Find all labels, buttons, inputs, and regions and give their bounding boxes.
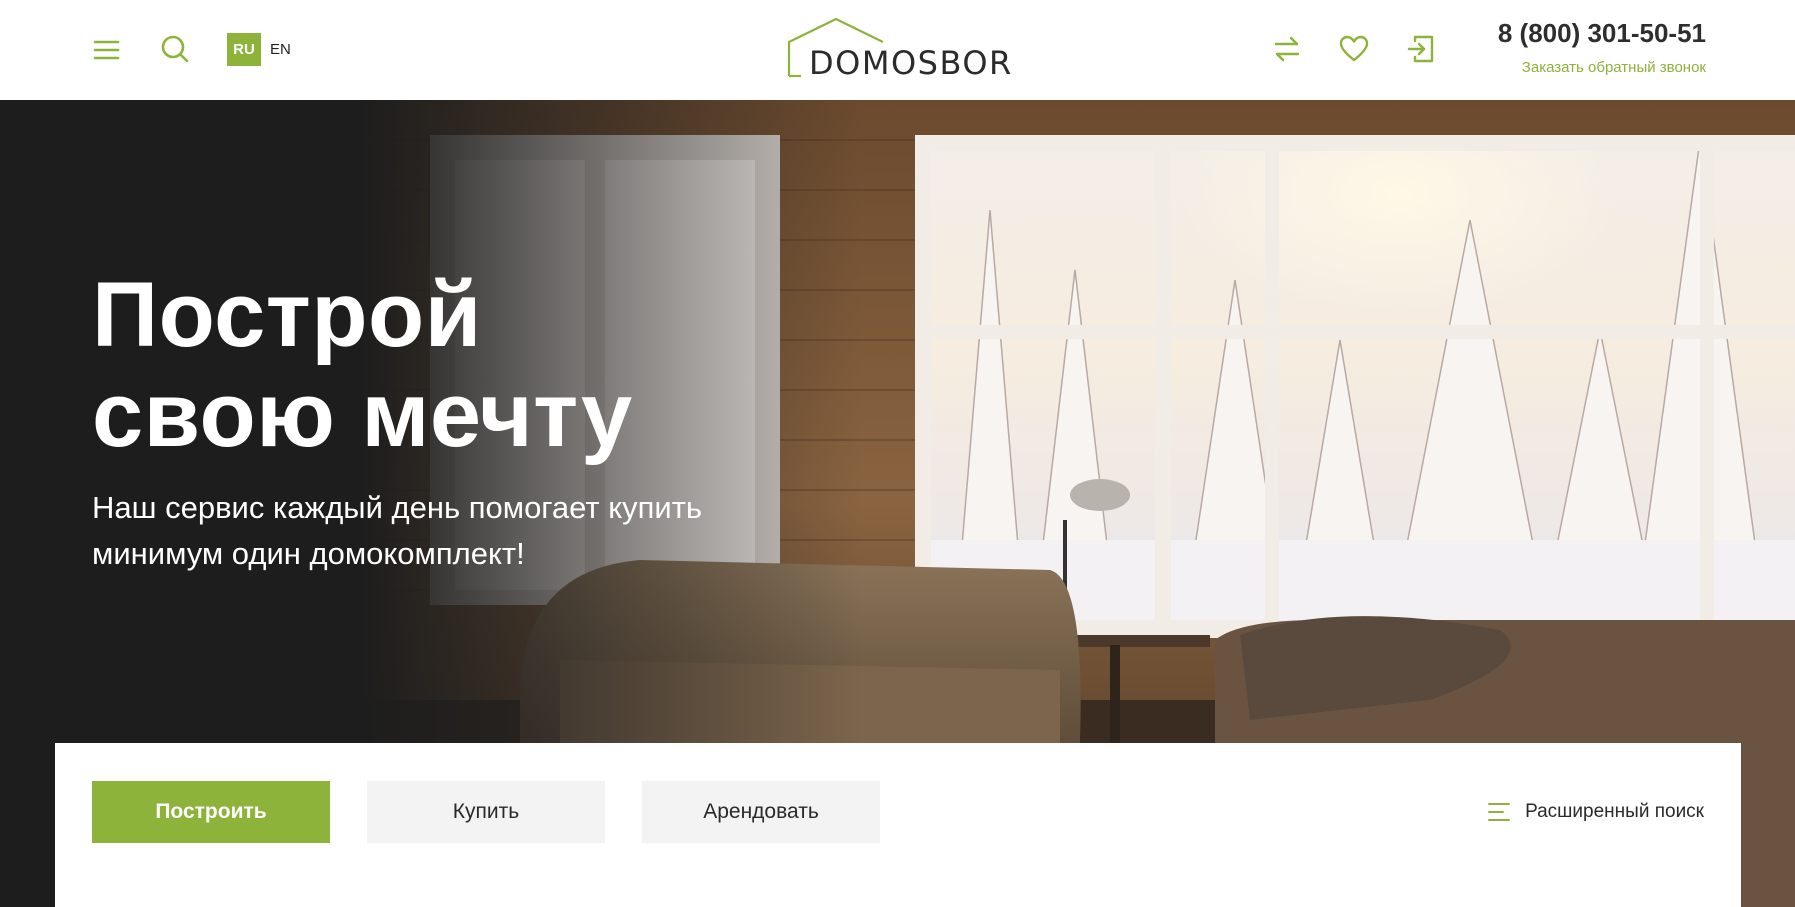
language-en-button[interactable]: EN	[270, 33, 296, 66]
login-icon[interactable]	[1406, 34, 1436, 64]
hero-title: Построй свою мечту	[92, 265, 633, 465]
tab-build[interactable]: Построить	[92, 781, 330, 843]
tab-rent[interactable]: Арендовать	[642, 781, 880, 843]
logo-text[interactable]: DOMOSBOR	[809, 44, 1013, 82]
advanced-search-link[interactable]: Расширенный поиск	[1487, 797, 1704, 827]
search-icon[interactable]	[160, 34, 190, 64]
phone-number[interactable]: 8 (800) 301-50-51	[1498, 18, 1706, 49]
hero-subtitle: Наш сервис каждый день помогает купить м…	[92, 490, 703, 571]
hero-title-line-2: свою мечту	[92, 364, 633, 466]
burger-menu-icon[interactable]	[93, 36, 121, 64]
filter-lines-icon	[1488, 803, 1511, 821]
compare-arrows-icon[interactable]	[1272, 34, 1302, 64]
language-ru-button[interactable]: RU	[227, 33, 261, 66]
hero-title-line-1: Построй	[92, 264, 482, 366]
site-header: RU EN DOMOSBOR 8 (800) 301-50-51 Заказат…	[0, 0, 1795, 100]
heart-icon[interactable]	[1339, 34, 1369, 64]
advanced-search-label: Расширенный поиск	[1525, 801, 1704, 822]
tab-buy[interactable]: Купить	[367, 781, 605, 843]
callback-link[interactable]: Заказать обратный звонок	[1522, 59, 1706, 76]
search-panel: Построить Купить Арендовать Расширенный …	[55, 743, 1741, 907]
